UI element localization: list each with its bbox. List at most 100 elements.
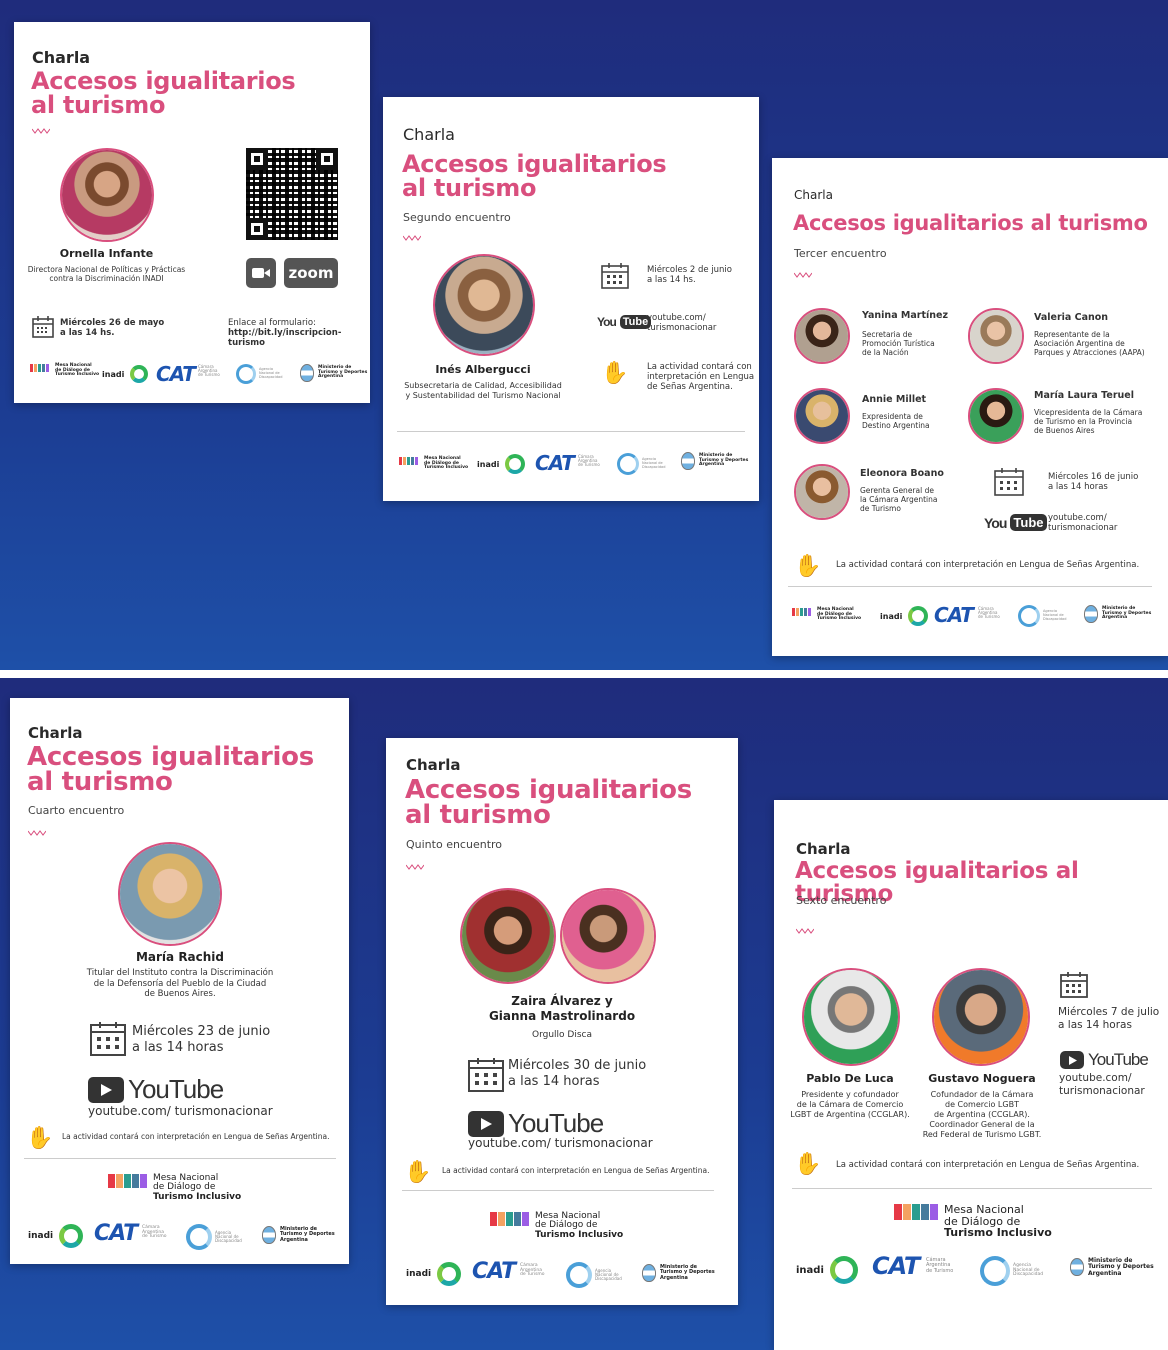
flyer-title: Accesos igualitarios al turismo <box>793 211 1148 235</box>
ministerio-logo: Ministerio de Turismo y Deportes Argentina <box>1084 605 1151 623</box>
top-panel: Charla Accesos igualitarios al turismo Or… <box>0 0 1168 670</box>
speaker-photo <box>60 148 154 242</box>
cat-subtitle: Cámara Argentina de Turismo <box>142 1225 167 1240</box>
youtube-link[interactable]: youtube.com/ turismonacionar <box>88 1104 273 1118</box>
calendar-icon <box>1060 972 1088 1002</box>
speaker-role: Secretaria de Promoción Turística de la Na… <box>862 330 935 357</box>
youtube-link[interactable]: youtube.com/turismonacionar <box>1048 513 1117 533</box>
speaker-name: Valeria Canon <box>1034 312 1109 323</box>
event-date: Miércoles 30 de junio a las 14 horas <box>508 1058 647 1089</box>
divider <box>792 1188 1152 1189</box>
speaker-name: Gustavo Noguera <box>928 1072 1036 1085</box>
speaker-role: Presidente y cofundador de la Cámara de C… <box>790 1090 910 1119</box>
speaker-role: Vicepresidenta de la Cámara de Turismo en… <box>1034 408 1143 435</box>
speaker-name: Eleonora Boano <box>860 468 944 479</box>
flyer-subtitle: Segundo encuentro <box>403 211 511 224</box>
youtube-logo: YouTube <box>597 315 652 329</box>
qr-code[interactable] <box>246 148 338 240</box>
cat-logo: CAT <box>934 603 974 627</box>
flyer-title: Accesos igualitarios al turismo <box>402 150 667 202</box>
youtube-logo: YouTube <box>1060 1050 1149 1070</box>
wave-decoration <box>403 235 421 241</box>
ministerio-logo: Ministerio de Turismo y Deportes Argentina <box>300 364 367 382</box>
sign-language-icon: ✋ <box>794 1152 822 1177</box>
inadi-logo: inadi <box>102 365 149 383</box>
inadi-logo: inadi <box>28 1224 84 1248</box>
sign-language-note: La actividad contará con interpretación … <box>836 1160 1140 1170</box>
ministerio-logo: Ministerio de Turismo y Deportes Argentina <box>262 1226 335 1244</box>
sign-language-note: La actividad contará con interpretación e… <box>647 362 755 393</box>
flyer-title: Accesos igualitarios al turismo <box>27 742 314 798</box>
mesa-nacional-logo: Mesa Nacional de Diálogo de Turismo Inclus… <box>490 1211 623 1240</box>
youtube-link[interactable]: youtube.com/turismonacionar <box>1059 1072 1145 1097</box>
sign-language-note: La actividad contará con interpretación … <box>62 1132 330 1141</box>
cat-subtitle: Cámara Argentina de Turismo <box>978 606 1000 620</box>
speaker-name: María Laura Teruel <box>1034 390 1134 401</box>
flyer-kicker: Charla <box>403 125 455 144</box>
cat-subtitle: Cámara Argentina de Turismo <box>578 454 600 468</box>
flyer-title: Accesos igualitarios al turismo <box>405 775 692 831</box>
event-date: Miércoles 23 de junio a las 14 horas <box>132 1024 271 1055</box>
mesa-nacional-logo: Mesa Nacional de Diálogo de Turismo Inclus… <box>30 363 99 378</box>
coat-of-arms-icon <box>681 452 695 470</box>
flyer-card-3: Charla Accesos igualitarios al turismo T… <box>772 158 1168 656</box>
agencia-logo: Agencia Nacional de Discapacidad <box>617 453 665 475</box>
flyer-kicker: Charla <box>28 724 83 742</box>
speaker-photo <box>968 308 1024 364</box>
youtube-link[interactable]: youtube.com/turismonacionar <box>647 313 716 333</box>
speaker-photo <box>794 388 850 444</box>
cat-subtitle: Cámara Argentina de Turismo <box>926 1257 954 1274</box>
flyer-card-1: Charla Accesos igualitarios al turismo Or… <box>14 22 370 403</box>
calendar-icon <box>994 468 1024 500</box>
speaker-photo <box>794 464 850 520</box>
agencia-logo: Agencia Nacional de Discapacidad <box>980 1256 1043 1286</box>
event-date: Miércoles 2 de junio a las 14 hs. <box>647 265 732 286</box>
speaker-role: Gerenta General de la Cámara Argentina de … <box>860 486 938 513</box>
sign-language-icon: ✋ <box>404 1160 432 1185</box>
flyer-kicker: Charla <box>32 48 91 67</box>
coat-of-arms-icon <box>1070 1258 1084 1277</box>
speaker-name: Zaira Álvarez y Gianna Mastrolinardo <box>488 994 636 1023</box>
cat-logo: CAT <box>872 1252 920 1280</box>
speaker-role: Directora Nacional de Políticas y Prácti… <box>27 265 186 284</box>
speaker-role: Subsecretaria de Calidad, Accesibilidad y… <box>404 381 562 400</box>
flyer-kicker: Charla <box>794 188 833 202</box>
agencia-logo: Agencia Nacional de Discapacidad <box>566 1262 622 1288</box>
cat-logo: CAT <box>156 362 196 386</box>
calendar-icon <box>601 263 629 293</box>
mesa-nacional-logo: Mesa Nacional de Diálogo de Turismo Inclus… <box>792 607 861 622</box>
event-date: Miércoles 26 de mayo a las 14 hs. <box>60 318 165 339</box>
cat-subtitle: Cámara Argentina de Turismo <box>198 364 220 378</box>
speaker-role: Expresidenta de Destino Argentina <box>862 412 930 430</box>
youtube-logo: YouTube <box>984 514 1047 531</box>
flyer-title: Accesos igualitarios al turismo <box>31 67 296 119</box>
event-date: Miércoles 16 de junio a las 14 horas <box>1048 472 1139 493</box>
speaker-name: María Rachid <box>135 950 225 964</box>
wave-decoration <box>32 128 50 134</box>
speaker-photo <box>802 968 900 1066</box>
speaker-photo <box>968 388 1024 444</box>
divider <box>788 586 1152 587</box>
speaker-photo <box>433 254 535 356</box>
youtube-logo: YouTube <box>468 1108 604 1139</box>
wave-decoration <box>794 272 812 278</box>
coat-of-arms-icon <box>300 364 314 382</box>
youtube-link[interactable]: youtube.com/ turismonacionar <box>468 1136 653 1150</box>
calendar-icon <box>468 1058 504 1096</box>
flyer-subtitle: Sexto encuentro <box>796 894 887 907</box>
mesa-nacional-logo: Mesa Nacional de Diálogo de Turismo Inclus… <box>894 1204 1052 1239</box>
flyer-kicker: Charla <box>406 756 461 774</box>
coat-of-arms-icon <box>1084 605 1098 623</box>
inadi-logo: inadi <box>477 454 526 474</box>
zoom-camera-icon <box>246 258 276 288</box>
flyer-kicker: Charla <box>796 840 851 858</box>
inadi-logo: inadi <box>880 606 929 626</box>
speaker-photo <box>932 968 1030 1066</box>
agencia-logo: Agencia Nacional de Discapacidad <box>236 364 282 384</box>
speaker-role: Orgullo Disca <box>532 1030 592 1040</box>
cat-logo: CAT <box>472 1259 516 1284</box>
speaker-photo <box>794 308 850 364</box>
divider <box>24 1158 336 1159</box>
form-link[interactable]: Enlace al formulario: http://bit.ly/inscr… <box>228 318 370 349</box>
speaker-name: Inés Albergucci <box>435 363 531 376</box>
